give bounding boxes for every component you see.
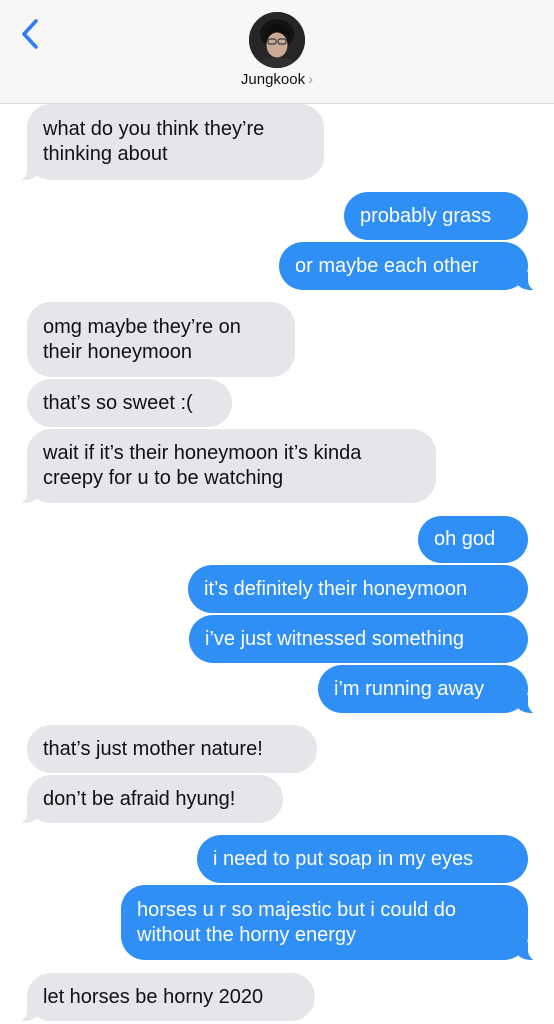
message-bubble-outgoing[interactable]: i need to put soap in my eyes (197, 835, 528, 883)
message-text: let horses be horny 2020 (43, 985, 264, 1008)
chevron-right-icon: › (308, 71, 314, 88)
message-bubble-incoming[interactable]: omg maybe they’re on their honeymoon (27, 302, 295, 377)
message-text: that’s so sweet :( (43, 391, 193, 414)
message-bubble-incoming[interactable]: what do you think they’re thinking about (1, 104, 324, 182)
message-bubble-outgoing[interactable]: i’m running away (318, 665, 554, 715)
message-text: oh god (434, 528, 496, 550)
contact-avatar[interactable] (249, 12, 305, 68)
conversation-header: Jungkook › (0, 0, 554, 104)
message-text: horses u r so majestic but i could do wi… (137, 898, 457, 946)
message-text: or maybe each other (295, 254, 479, 277)
message-text: i’m running away (334, 677, 485, 700)
message-text: don’t be afraid hyung! (43, 787, 236, 810)
chevron-left-icon (22, 19, 38, 49)
message-bubble-incoming[interactable]: don’t be afraid hyung! (1, 775, 283, 825)
avatar-image (249, 12, 305, 68)
message-bubble-outgoing[interactable]: probably grass (344, 192, 528, 240)
message-bubble-incoming[interactable]: that’s so sweet :( (27, 379, 232, 427)
message-bubble-outgoing[interactable]: it’s definitely their honeymoon (188, 565, 528, 613)
message-text: i’ve just witnessed something (205, 627, 465, 650)
message-text: what do you think they’re thinking about (43, 118, 265, 165)
message-bubble-outgoing[interactable]: oh god (418, 516, 528, 563)
message-text: it’s definitely their honeymoon (204, 577, 468, 600)
message-bubble-outgoing[interactable]: i’ve just witnessed something (189, 615, 528, 663)
message-text: wait if it’s their honeymoon it’s kinda … (43, 442, 362, 489)
message-text: probably grass (360, 204, 492, 227)
message-text: i need to put soap in my eyes (213, 847, 474, 870)
message-bubble-incoming[interactable]: that’s just mother nature! (27, 725, 317, 773)
back-button[interactable] (14, 16, 48, 52)
contact-name-button[interactable]: Jungkook › (0, 71, 554, 88)
message-bubble-outgoing[interactable]: horses u r so majestic but i could do wi… (121, 885, 554, 962)
message-bubble-incoming[interactable]: let horses be horny 2020 (1, 973, 315, 1023)
message-list[interactable]: what do you think they’re thinking about… (0, 104, 554, 1024)
message-text: that’s just mother nature! (43, 737, 263, 760)
contact-name: Jungkook (240, 71, 306, 88)
message-bubble-outgoing[interactable]: or maybe each other (279, 242, 554, 292)
message-bubble-incoming[interactable]: wait if it’s their honeymoon it’s kinda … (1, 429, 436, 505)
message-text: omg maybe they’re on their honeymoon (43, 315, 241, 363)
